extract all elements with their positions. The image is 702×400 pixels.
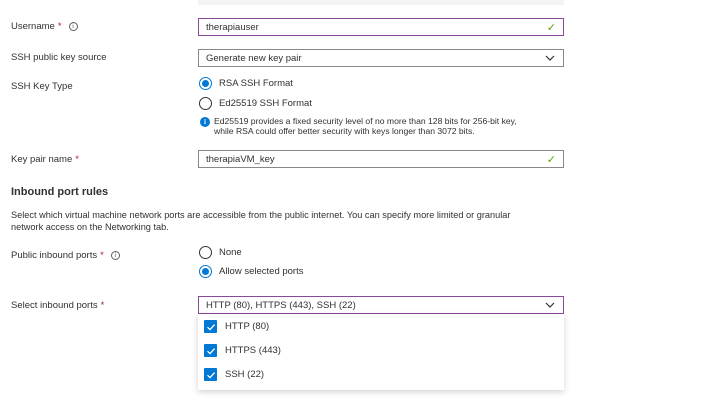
ports-dropdown-panel: HTTP (80) HTTPS (443) SSH (22) [198, 314, 564, 390]
chevron-down-icon [545, 55, 555, 61]
chevron-down-icon [545, 302, 555, 308]
username-label: Username * i [11, 21, 78, 32]
checkmark-icon: ✓ [546, 152, 556, 166]
required-mark: * [100, 300, 105, 311]
option-ssh[interactable]: SSH (22) [204, 368, 264, 381]
checkmark-icon: ✓ [546, 20, 556, 34]
section-title: Inbound port rules [11, 186, 109, 198]
key-type-info: i Ed25519 provides a fixed security leve… [200, 116, 517, 136]
required-mark: * [57, 21, 62, 32]
option-https[interactable]: HTTPS (443) [204, 344, 281, 357]
checkmark-icon [206, 371, 215, 379]
radio-button-selected[interactable] [199, 265, 212, 278]
radio-button[interactable] [199, 97, 212, 110]
section-description: Select which virtual machine network por… [11, 210, 511, 232]
username-input[interactable]: therapiauser ✓ [198, 18, 564, 36]
select-ports-dropdown[interactable]: HTTP (80), HTTPS (443), SSH (22) [198, 296, 564, 314]
info-filled-icon: i [200, 117, 210, 127]
info-circle-icon[interactable]: i [68, 22, 78, 31]
required-mark: * [100, 250, 104, 261]
checkmark-icon [206, 347, 215, 355]
previous-field-edge [198, 0, 564, 5]
ssh-source-label: SSH public key source [11, 52, 107, 63]
ssh-source-dropdown[interactable]: Generate new key pair [198, 49, 564, 67]
radio-allow-selected[interactable]: Allow selected ports [199, 265, 303, 278]
checkbox-checked[interactable] [204, 320, 217, 333]
radio-ed25519[interactable]: Ed25519 SSH Format [199, 97, 312, 110]
checkmark-icon [206, 323, 215, 331]
checkbox-checked[interactable] [204, 368, 217, 381]
key-pair-name-label: Key pair name * [11, 154, 79, 165]
radio-none[interactable]: None [199, 246, 242, 259]
info-line: Ed25519 provides a fixed security level … [214, 116, 517, 126]
option-http[interactable]: HTTP (80) [204, 320, 269, 333]
checkbox-checked[interactable] [204, 344, 217, 357]
info-line: while RSA could offer better security wi… [214, 126, 475, 136]
radio-rsa[interactable]: RSA SSH Format [199, 77, 293, 90]
radio-button-selected[interactable] [199, 77, 212, 90]
radio-button[interactable] [199, 246, 212, 259]
key-pair-name-input[interactable]: therapiaVM_key ✓ [198, 150, 564, 168]
required-mark: * [75, 154, 79, 165]
ssh-key-type-label: SSH Key Type [11, 81, 73, 92]
info-circle-icon[interactable]: i [110, 251, 120, 260]
select-ports-label: Select inbound ports * [11, 300, 105, 311]
public-ports-label: Public inbound ports * i [11, 250, 120, 261]
